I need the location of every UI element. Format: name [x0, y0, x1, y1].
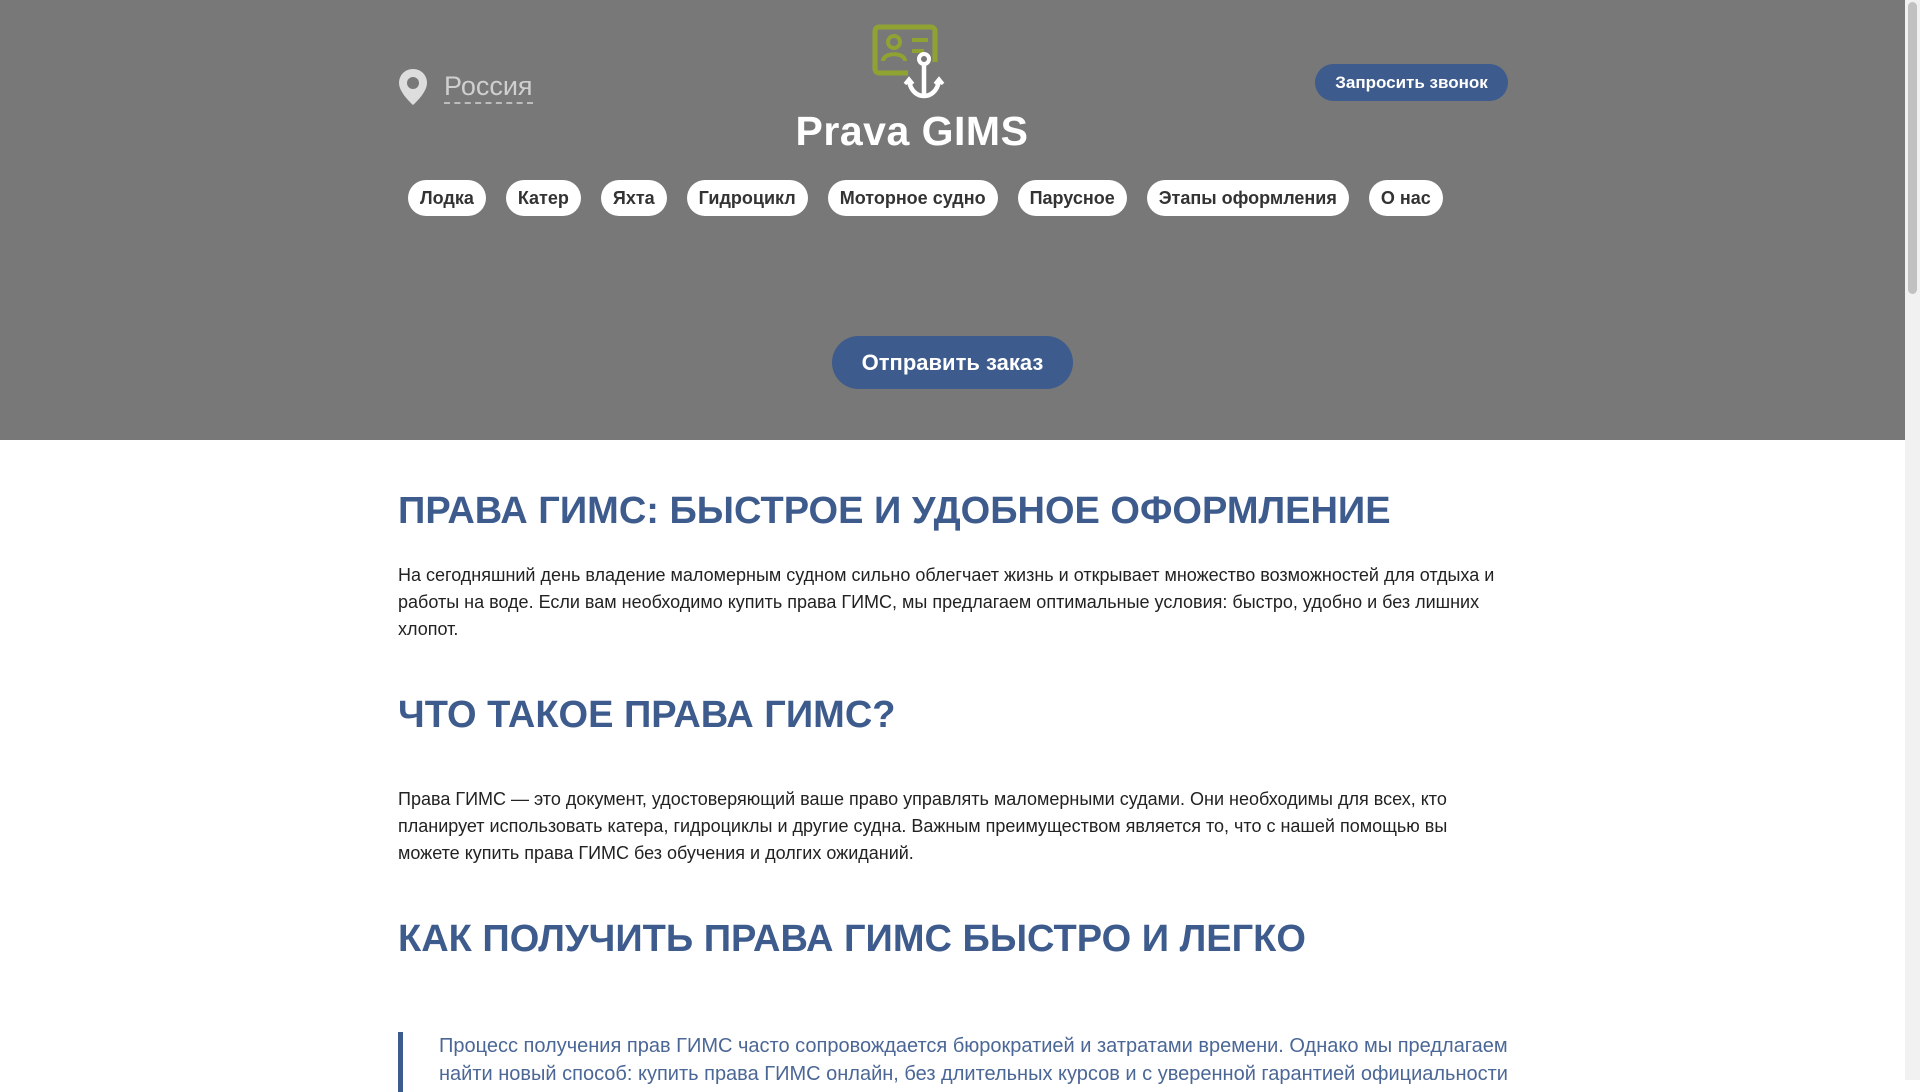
article-intro-paragraph: На сегодняшний день владение маломерным …	[398, 565, 1495, 639]
article-what-paragraph: Права ГИМС — это документ, удостоверяющи…	[398, 789, 1448, 863]
main-nav: Лодка Катер Яхта Гидроцикл Моторное судн…	[408, 180, 1443, 216]
nav-item-stages[interactable]: Этапы оформления	[1146, 180, 1349, 216]
nav-item-yacht[interactable]: Яхта	[600, 180, 667, 216]
region-label[interactable]: Россия	[444, 70, 533, 104]
nav-item-boat[interactable]: Лодка	[408, 180, 486, 216]
site-title[interactable]: Prava GIMS	[700, 108, 1124, 155]
nav-item-motorboat[interactable]: Катер	[505, 180, 581, 216]
hero-section: Россия Prava GIMS Запросить звонок Лодка…	[0, 0, 1905, 440]
map-pin-icon	[399, 69, 427, 105]
scrollbar-thumb[interactable]	[1908, 2, 1917, 294]
article-quote: Процесс получения прав ГИМС часто сопров…	[398, 1032, 1510, 1092]
nav-item-motor-vessel[interactable]: Моторное судно	[827, 180, 998, 216]
article-heading-how: КАК ПОЛУЧИТЬ ПРАВА ГИМС БЫСТРО И ЛЕГКО	[398, 918, 1306, 960]
region-selector[interactable]: Россия	[398, 68, 533, 106]
request-call-button[interactable]: Запросить звонок	[1315, 64, 1508, 101]
nav-item-about[interactable]: О нас	[1368, 180, 1443, 216]
page-scrollbar[interactable]	[1905, 0, 1920, 1080]
nav-item-jetski[interactable]: Гидроцикл	[686, 180, 808, 216]
nav-item-sailing[interactable]: Парусное	[1017, 180, 1127, 216]
license-anchor-logo-icon	[872, 24, 945, 99]
article-heading-main: ПРАВА ГИМС: БЫСТРОЕ И УДОБНОЕ ОФОРМЛЕНИЕ	[398, 490, 1391, 532]
article-heading-what: ЧТО ТАКОЕ ПРАВА ГИМС?	[398, 694, 896, 736]
send-order-button[interactable]: Отправить заказ	[832, 336, 1073, 389]
